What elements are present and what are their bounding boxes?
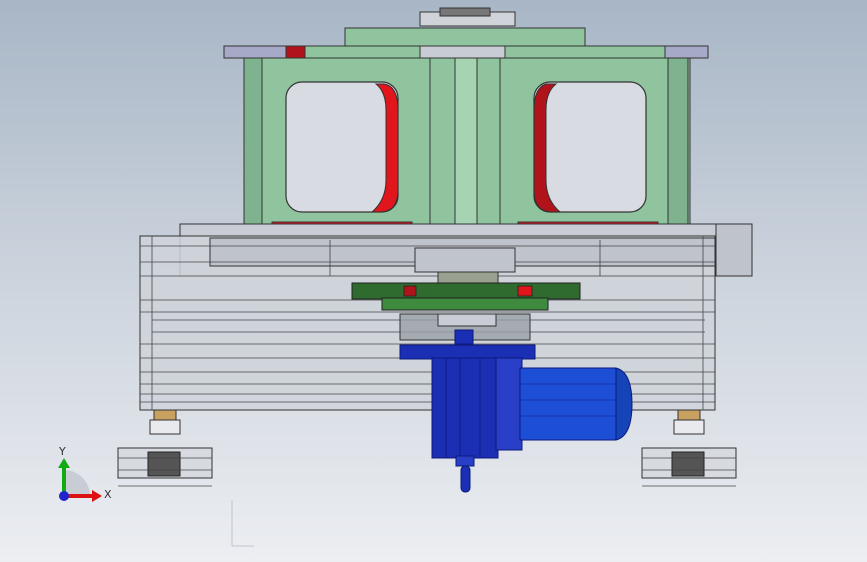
green-gear: [351, 282, 581, 300]
gear-hub: [437, 271, 499, 285]
left-foot-core: [147, 451, 181, 477]
left-foot-nut: [153, 409, 177, 421]
top-plate-center: [419, 45, 506, 59]
output-collar: [455, 455, 475, 467]
left-frame-edge: [243, 57, 263, 225]
right-foot-nut: [677, 409, 701, 421]
gear-red-mark-left: [403, 285, 417, 297]
motor-shaft-top: [454, 329, 474, 345]
output-shaft: [460, 465, 471, 493]
top-cap: [439, 7, 491, 17]
axis-triad[interactable]: Y X: [58, 445, 112, 502]
housing-side-tab: [715, 223, 753, 277]
y-axis-label: Y: [58, 445, 66, 458]
center-shaft: [454, 57, 478, 229]
motor-flange: [399, 344, 536, 360]
motor-adapter: [495, 357, 523, 451]
center-bearing: [414, 247, 516, 273]
left-foot[interactable]: [117, 409, 213, 487]
green-gear-lower: [381, 297, 549, 311]
right-window: [533, 81, 647, 213]
coupling-ring: [437, 313, 497, 327]
z-axis-dot: [59, 491, 69, 501]
y-axis-head: [58, 458, 70, 468]
x-axis-label: X: [104, 488, 112, 501]
origin-marker: [231, 500, 254, 547]
triad-plane: [64, 470, 90, 496]
motor-body: [519, 367, 617, 441]
gearbox: [431, 357, 499, 459]
x-axis-head: [92, 490, 102, 502]
left-foot-washer: [149, 419, 181, 435]
red-block-left: [285, 45, 307, 59]
cad-viewport[interactable]: Y X: [0, 0, 867, 562]
upper-frame-assembly[interactable]: [223, 7, 709, 231]
right-foot[interactable]: [641, 409, 737, 487]
right-foot-core: [671, 451, 705, 477]
right-frame-edge: [667, 57, 689, 225]
gear-red-mark-right: [517, 285, 533, 297]
right-foot-washer: [673, 419, 705, 435]
left-window: [285, 81, 399, 213]
assembly-drawing[interactable]: Y X: [0, 0, 867, 562]
